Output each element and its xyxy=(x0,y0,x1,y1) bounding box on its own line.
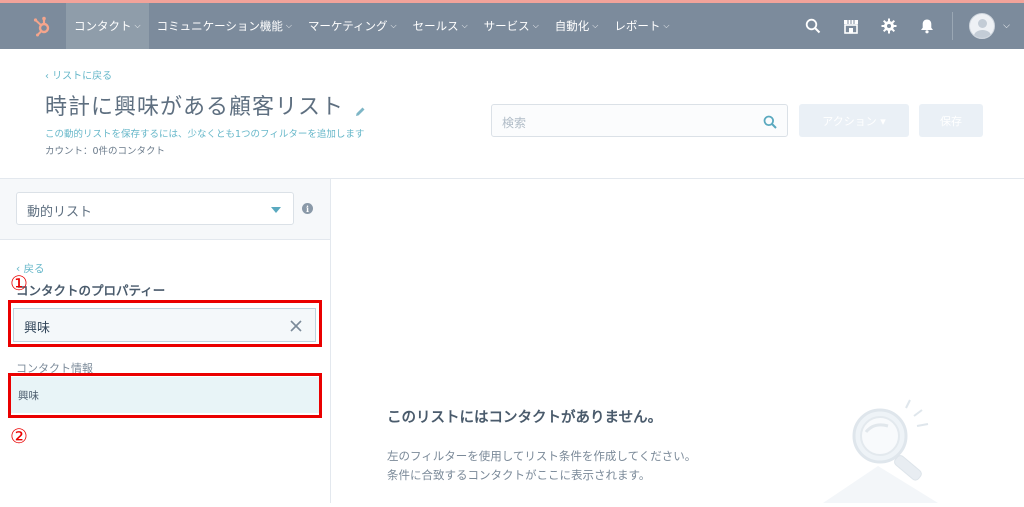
nav-divider xyxy=(952,12,954,40)
top-navigation-bar: コンタクト ⌵ コミュニケーション機能 ⌵ マーケティング ⌵ セールス ⌵ サービス ⌵… xyxy=(0,3,1024,49)
empty-state-line-2: 条件に合致するコンタクトがここに表示されます。 xyxy=(387,468,651,482)
nav-right-tools: ⌵ xyxy=(794,3,1024,49)
property-result-label: 興味 xyxy=(18,390,39,402)
nav-item-label: 自動化 xyxy=(554,19,590,33)
nav-item-label: コンタクト xyxy=(74,19,132,33)
nav-item-conversations[interactable]: コミュニケーション機能 ⌵ xyxy=(149,3,300,49)
search-input[interactable]: 検索 xyxy=(491,104,788,137)
chevron-down-icon: ⌵ xyxy=(663,21,670,30)
search-icon[interactable] xyxy=(804,17,822,35)
chevron-down-icon: ⌵ xyxy=(592,21,599,30)
chevron-down-icon[interactable]: ⌵ xyxy=(1003,21,1010,31)
chevron-down-icon: ⌵ xyxy=(285,21,292,30)
annotation-marker-1: ① xyxy=(10,271,28,295)
page-title: 時計に興味がある顧客リスト xyxy=(45,95,345,120)
nav-item-marketing[interactable]: マーケティング ⌵ xyxy=(300,3,405,49)
marketplace-icon[interactable] xyxy=(842,17,860,35)
empty-state-description: 左のフィルターを使用してリスト条件を作成してください。 条件に合致するコンタクト… xyxy=(387,447,696,485)
filter-panel: 動的リスト i ‹ 戻る コンタクトのプロパティー 興味 コンタクト情報 興味 xyxy=(0,179,331,503)
property-group-header: コンタクト情報 xyxy=(16,362,93,375)
nav-item-label: レポート xyxy=(614,19,661,33)
chevron-down-icon: ⌵ xyxy=(134,21,141,30)
contact-count: カウント：0件のコンタクト xyxy=(45,146,166,157)
pencil-icon[interactable] xyxy=(354,99,366,116)
chevron-down-icon: ⌵ xyxy=(532,21,539,30)
property-section-title: コンタクトのプロパティー xyxy=(16,283,166,298)
caret-down-icon xyxy=(271,207,281,213)
hubspot-logo-icon[interactable] xyxy=(32,15,54,37)
filter-hint-text: この動的リストを保存するには、少なくとも1つのフィルターを追加します xyxy=(45,129,365,140)
list-type-select[interactable]: 動的リスト xyxy=(16,192,294,225)
avatar[interactable] xyxy=(969,13,996,39)
empty-state-line-1: 左のフィルターを使用してリスト条件を作成してください。 xyxy=(387,449,697,463)
list-header: ‹ リストに戻る 時計に興味がある顧客リスト この動的リストを保存するには、少な… xyxy=(0,49,1024,179)
annotation-marker-2: ② xyxy=(10,424,28,448)
save-button[interactable]: 保存 xyxy=(919,104,983,137)
nav-item-sales[interactable]: セールス ⌵ xyxy=(405,3,476,49)
empty-state-title: このリストにはコンタクトがありません。 xyxy=(387,410,663,426)
page-title-row: 時計に興味がある顧客リスト xyxy=(45,89,366,121)
chevron-down-icon: ⌵ xyxy=(461,21,468,30)
search-placeholder: 検索 xyxy=(502,116,527,130)
list-type-value: 動的リスト xyxy=(27,205,93,220)
property-search-input[interactable]: 興味 xyxy=(13,308,316,342)
property-result-item[interactable]: 興味 xyxy=(11,377,319,413)
nav-item-label: コミュニケーション機能 xyxy=(156,19,283,33)
nav-item-automation[interactable]: 自動化 ⌵ xyxy=(547,3,607,49)
magnifier-illustration-icon xyxy=(818,398,968,503)
property-search-value: 興味 xyxy=(24,321,51,336)
list-type-row: 動的リスト i xyxy=(0,179,330,240)
nav-item-service[interactable]: サービス ⌵ xyxy=(476,3,547,49)
chevron-down-icon: ⌵ xyxy=(390,21,397,30)
nav-item-label: マーケティング xyxy=(307,19,388,33)
nav-item-label: セールス xyxy=(412,19,459,33)
nav-item-reports[interactable]: レポート ⌵ xyxy=(606,3,677,49)
bell-icon[interactable] xyxy=(918,17,936,35)
gear-icon[interactable] xyxy=(880,17,898,35)
nav-item-label: サービス xyxy=(483,19,530,33)
close-icon[interactable] xyxy=(289,318,303,332)
info-icon[interactable]: i xyxy=(302,203,313,214)
back-to-lists-link[interactable]: ‹ リストに戻る xyxy=(45,67,112,82)
search-icon[interactable] xyxy=(763,114,777,129)
actions-button[interactable]: アクション ▾ xyxy=(799,104,909,137)
nav-item-contacts[interactable]: コンタクト ⌵ xyxy=(66,3,149,49)
